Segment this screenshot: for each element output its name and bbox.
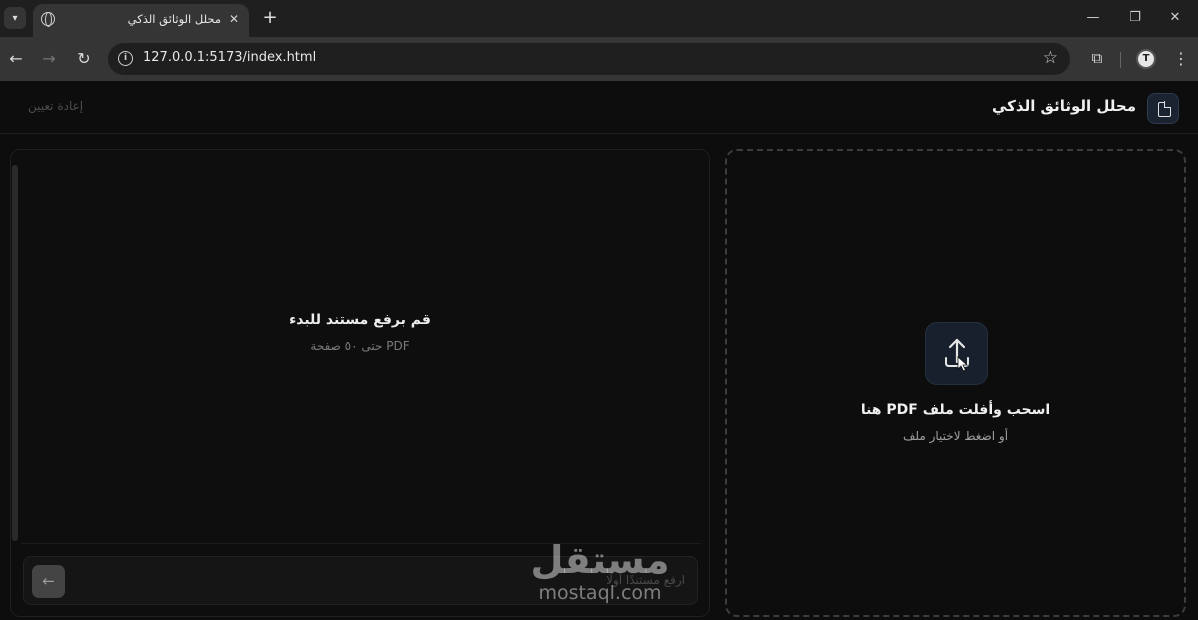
extensions-icon[interactable]: ⧉ — [1086, 47, 1108, 69]
document-icon — [1147, 93, 1179, 124]
upload-icon — [945, 338, 969, 372]
browser-tabstrip: ▾ محلل الوثائق الذكي ✕ + — ❐ ✕ — [0, 0, 1198, 37]
app-header: محلل الوثائق الذكي إعادة تعيين — [0, 81, 1198, 134]
watermark-arabic: مستقل — [530, 538, 670, 582]
arrow-left-icon: ← — [42, 572, 55, 590]
globe-icon — [41, 12, 55, 27]
reset-button[interactable]: إعادة تعيين — [28, 99, 83, 113]
app-title: محلل الوثائق الذكي — [992, 97, 1136, 115]
restore-icon[interactable]: ❐ — [1122, 7, 1148, 29]
chat-scrollbar[interactable] — [12, 165, 18, 541]
browser-tab[interactable]: محلل الوثائق الذكي ✕ — [33, 4, 249, 37]
forward-icon[interactable]: → — [37, 47, 61, 71]
watermark-latin: mostaql.com — [538, 582, 662, 604]
bookmark-star-icon[interactable]: ☆ — [1043, 48, 1058, 68]
profile-avatar[interactable]: T — [1136, 49, 1156, 69]
empty-state-title: قم برفع مستند للبدء — [289, 312, 431, 328]
browser-menu-icon[interactable]: ⋮ — [1172, 47, 1190, 71]
reload-icon[interactable]: ↻ — [72, 47, 96, 71]
dropzone-title: اسحب وأفلت ملف PDF هنا — [860, 402, 1051, 418]
back-icon[interactable]: ← — [4, 47, 28, 71]
mostaql-watermark: مستقل mostaql.com — [525, 538, 675, 610]
minimize-icon[interactable]: — — [1080, 7, 1106, 29]
toolbar-separator — [1120, 52, 1121, 68]
empty-state-subtitle: PDF حتى ٥٠ صفحة — [310, 339, 410, 353]
site-info-icon[interactable]: i — [118, 51, 133, 66]
dropzone-subtitle: أو اضغط لاختيار ملف — [902, 429, 1009, 443]
address-bar[interactable]: i 127.0.0.1:5173/index.html ☆ — [108, 43, 1070, 75]
new-tab-button[interactable]: + — [259, 7, 281, 29]
close-window-icon[interactable]: ✕ — [1162, 7, 1188, 29]
upload-button[interactable] — [925, 322, 988, 385]
browser-toolbar: ← → ↻ i 127.0.0.1:5173/index.html ☆ ⧉ T … — [0, 37, 1198, 81]
tab-title: محلل الوثائق الذكي — [127, 12, 221, 26]
tab-close-icon[interactable]: ✕ — [225, 10, 243, 28]
send-button[interactable]: ← — [32, 565, 65, 598]
pdf-dropzone[interactable]: اسحب وأفلت ملف PDF هنا أو اضغط لاختيار م… — [725, 149, 1186, 617]
tab-search-button[interactable]: ▾ — [4, 7, 26, 29]
url-text: 127.0.0.1:5173/index.html — [143, 50, 317, 65]
